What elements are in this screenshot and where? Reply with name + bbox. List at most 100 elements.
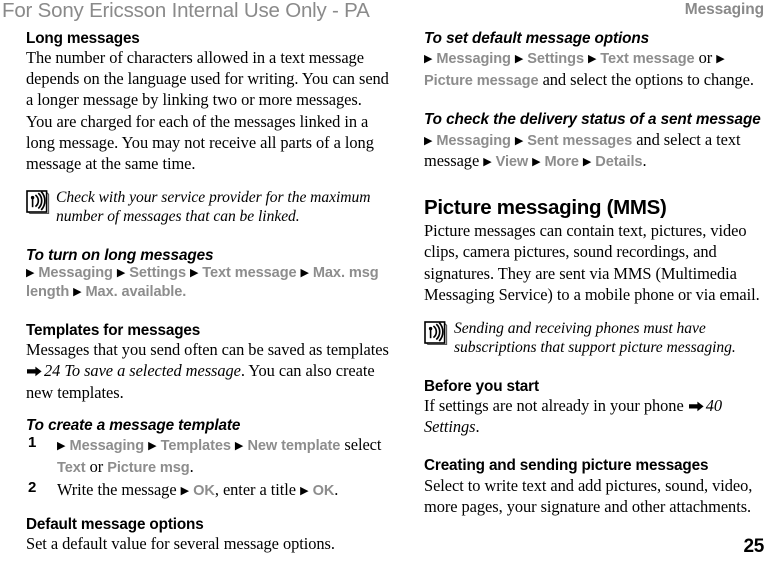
step-plain-text: Write the message [57, 479, 181, 499]
paragraph-creating-sending-picture-messages: Select to write text and add pictures, s… [424, 475, 753, 516]
paragraph-default-message-options: Set a default value for several message … [26, 534, 335, 554]
note-text: Check with your service provider for the… [56, 188, 371, 226]
section-heading-creating-sending-picture-messages: Creating and sending picture messages [424, 457, 709, 475]
ui-term[interactable]: Settings [527, 51, 584, 67]
right-triangle-icon: ▶ [424, 53, 433, 66]
ui-term[interactable]: Text message [202, 265, 296, 281]
paragraph-templates: Messages that you send often can be save… [26, 339, 390, 402]
antenna-signal-icon [424, 320, 448, 345]
page-number: 25 [743, 536, 764, 557]
right-triangle-icon: ▶ [587, 53, 597, 66]
paragraph-text-a: If settings are not already in your phon… [424, 396, 688, 416]
manual-page: { "header": { "watermark": "For Sony Eri… [0, 0, 766, 562]
path-plain-text: or [694, 48, 717, 68]
ui-term[interactable]: More [544, 154, 579, 170]
list-item: 1 ▶ Messaging ▶ Templates ▶ New template… [26, 434, 390, 478]
path-terminator: . [182, 284, 187, 301]
step-text: Write the message ▶ OK, enter a title ▶ … [57, 479, 339, 499]
right-arrow-icon [688, 401, 704, 412]
paragraph-before-you-start: If settings are not already in your phon… [424, 395, 766, 437]
right-triangle-icon: ▶ [26, 267, 35, 280]
ui-term[interactable]: Details [595, 154, 642, 170]
ui-term[interactable]: Text [57, 460, 86, 476]
left-column: Long messages The number of characters a… [26, 30, 390, 554]
ui-term[interactable]: OK [193, 483, 215, 499]
right-column: To set default message options ▶ Messagi… [424, 30, 766, 517]
right-triangle-icon: ▶ [582, 156, 592, 169]
path-plain-text: . [642, 151, 647, 171]
ui-term[interactable]: Max. available [86, 284, 183, 300]
ui-term[interactable]: New template [247, 438, 340, 454]
paragraph-text-b: . [475, 417, 480, 437]
right-triangle-icon: ▶ [716, 53, 725, 66]
right-triangle-icon: ▶ [300, 267, 309, 280]
running-head-chapter: Messaging [684, 1, 764, 18]
ui-term[interactable]: Messaging [436, 51, 511, 67]
paragraph-text-a: Messages that you send often can be save… [26, 340, 389, 360]
section-heading-picture-messaging: Picture messaging (MMS) [424, 196, 667, 220]
right-triangle-icon: ▶ [57, 439, 66, 452]
right-triangle-icon: ▶ [180, 484, 190, 497]
watermark-text: For Sony Ericsson Internal Use Only - PA [2, 0, 370, 22]
ui-term[interactable]: Text message [600, 51, 694, 67]
antenna-signal-icon [26, 189, 50, 214]
paragraph-long-messages: The number of characters allowed in a te… [26, 48, 389, 173]
section-heading-default-message-options: Default message options [26, 515, 204, 533]
navigation-path-check-delivery-status: ▶ Messaging ▶ Sent messages and select a… [424, 129, 766, 173]
step-plain-text: . [334, 479, 339, 499]
note-block-picture-messaging-subscription: Sending and receiving phones must have s… [424, 319, 766, 358]
right-arrow-icon [27, 366, 42, 377]
step-plain-text: select [340, 434, 382, 454]
right-triangle-icon: ▶ [234, 439, 244, 452]
right-triangle-icon: ▶ [514, 53, 524, 66]
navigation-path-turn-on-long-messages: ▶ Messaging ▶ Settings ▶ Text message ▶ … [26, 264, 390, 302]
paragraph-picture-messaging: Picture messages can contain text, pictu… [424, 221, 760, 304]
path-plain-text: and select the options to change. [538, 70, 754, 90]
note-block-linked-messages: Check with your service provider for the… [26, 188, 390, 227]
task-heading-create-message-template: To create a message template [26, 416, 241, 434]
ui-term[interactable]: View [496, 154, 529, 170]
right-triangle-icon: ▶ [189, 267, 199, 280]
right-triangle-icon: ▶ [532, 156, 541, 169]
right-triangle-icon: ▶ [300, 484, 309, 497]
task-heading-set-default-message-options: To set default message options [424, 30, 650, 47]
ui-term[interactable]: Messaging [38, 265, 113, 281]
step-plain-text: , enter a title [214, 479, 301, 499]
right-triangle-icon: ▶ [73, 286, 82, 299]
section-heading-long-messages: Long messages [26, 30, 140, 47]
right-triangle-icon: ▶ [514, 134, 524, 147]
right-triangle-icon: ▶ [148, 439, 157, 452]
ui-term[interactable]: Picture msg [107, 460, 190, 476]
ui-term[interactable]: Sent messages [527, 133, 632, 149]
right-triangle-icon: ▶ [116, 267, 126, 280]
list-item: 2 Write the message ▶ OK, enter a title … [26, 479, 390, 501]
step-list-create-template: 1 ▶ Messaging ▶ Templates ▶ New template… [26, 434, 390, 501]
ui-term[interactable]: Messaging [436, 133, 511, 149]
step-plain-text: or [85, 456, 108, 476]
step-text: ▶ Messaging ▶ Templates ▶ New template s… [57, 434, 382, 476]
cross-reference-link[interactable]: 24 To save a selected message [44, 361, 241, 380]
step-plain-text: . [189, 456, 194, 476]
task-heading-turn-on-long-messages: To turn on long messages [26, 246, 214, 264]
ui-term[interactable]: Templates [161, 438, 231, 454]
section-heading-before-you-start: Before you start [424, 377, 539, 395]
ui-term[interactable]: Settings [129, 265, 186, 281]
ui-term[interactable]: OK [313, 483, 335, 499]
page-header: For Sony Ericsson Internal Use Only - PA… [0, 0, 766, 26]
navigation-path-set-default-options: ▶ Messaging ▶ Settings ▶ Text message or… [424, 47, 766, 91]
note-text: Sending and receiving phones must have s… [454, 319, 736, 357]
task-heading-check-delivery-status: To check the delivery status of a sent m… [424, 111, 761, 129]
section-heading-templates: Templates for messages [26, 322, 201, 340]
right-triangle-icon: ▶ [424, 134, 433, 147]
ui-term[interactable]: Messaging [70, 438, 145, 454]
ui-term[interactable]: Picture message [424, 73, 539, 89]
